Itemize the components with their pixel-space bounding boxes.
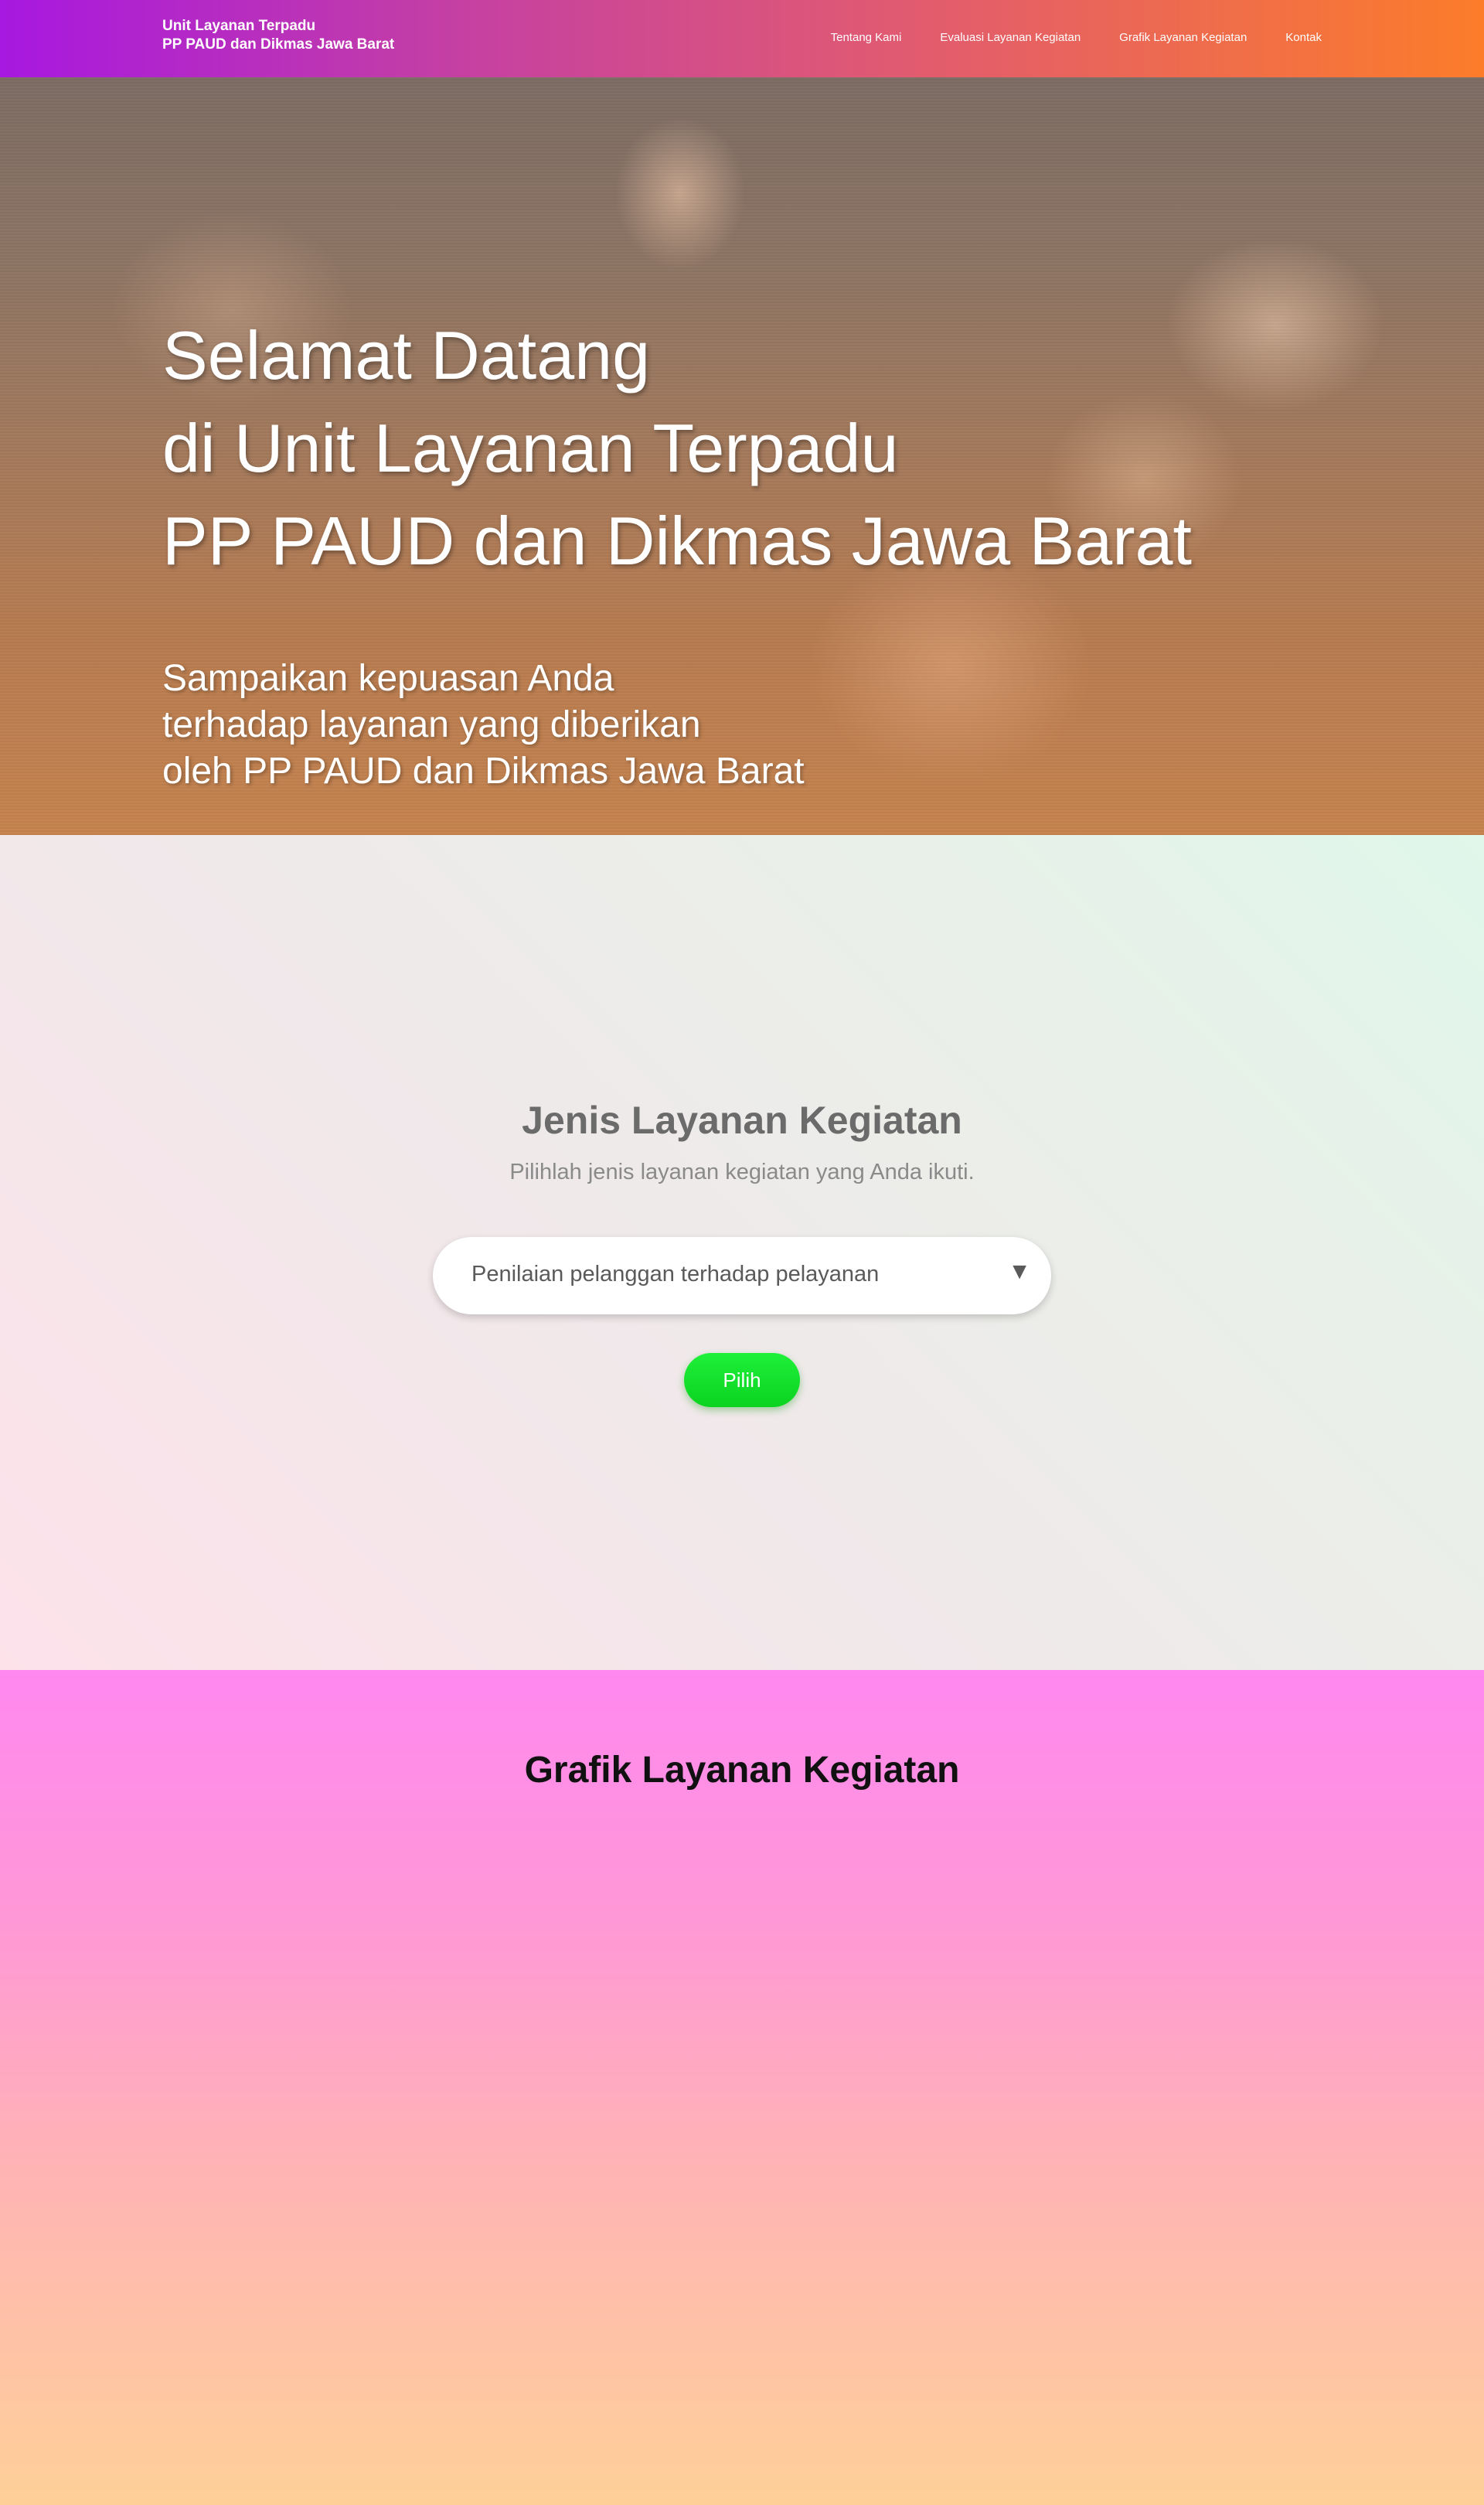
hero-title: Selamat Datang di Unit Layanan Terpadu P… — [162, 309, 1192, 588]
hero-subtitle: Sampaikan kepuasan Anda terhadap layanan… — [162, 656, 805, 795]
brand-line-1: Unit Layanan Terpadu — [162, 18, 316, 34]
service-title: Jenis Layanan Kegiatan — [522, 1099, 962, 1142]
navbar: Unit Layanan Terpadu PP PAUD dan Dikmas … — [0, 0, 1484, 77]
hero-subtitle-line-2: terhadap layanan yang diberikan — [162, 704, 701, 745]
hero-title-line-2: di Unit Layanan Terpadu — [162, 410, 899, 486]
hero-subtitle-line-1: Sampaikan kepuasan Anda — [162, 658, 614, 699]
hero-subtitle-line-3: oleh PP PAUD dan Dikmas Jawa Barat — [162, 751, 805, 792]
service-type-select[interactable]: Penilaian pelanggan terhadap pelayanan ▼ — [433, 1237, 1051, 1314]
hero-banner: Selamat Datang di Unit Layanan Terpadu P… — [0, 77, 1484, 835]
hero-title-line-3: PP PAUD dan Dikmas Jawa Barat — [162, 503, 1192, 579]
nav-link-kontak[interactable]: Kontak — [1285, 31, 1322, 44]
service-subtitle: Pilihlah jenis layanan kegiatan yang And… — [509, 1160, 975, 1184]
brand-logo-text[interactable]: Unit Layanan Terpadu PP PAUD dan Dikmas … — [162, 17, 394, 54]
grafik-title: Grafik Layanan Kegiatan — [524, 1750, 960, 1791]
service-section: Jenis Layanan Kegiatan Pilihlah jenis la… — [0, 835, 1484, 1670]
select-value: Penilaian pelanggan terhadap pelayanan — [471, 1262, 880, 1287]
nav-link-grafik-layanan[interactable]: Grafik Layanan Kegiatan — [1119, 31, 1247, 44]
nav-link-tentang-kami[interactable]: Tentang Kami — [831, 31, 902, 44]
brand-line-2: PP PAUD dan Dikmas Jawa Barat — [162, 36, 395, 53]
nav-links: Tentang Kami Evaluasi Layanan Kegiatan G… — [792, 31, 1322, 44]
nav-link-evaluasi-layanan[interactable]: Evaluasi Layanan Kegiatan — [940, 31, 1081, 44]
grafik-section: Grafik Layanan Kegiatan — [0, 1670, 1484, 2505]
chevron-down-icon: ▼ — [1008, 1259, 1031, 1284]
hero-title-line-1: Selamat Datang — [162, 317, 651, 394]
pilih-button[interactable]: Pilih — [684, 1353, 800, 1407]
